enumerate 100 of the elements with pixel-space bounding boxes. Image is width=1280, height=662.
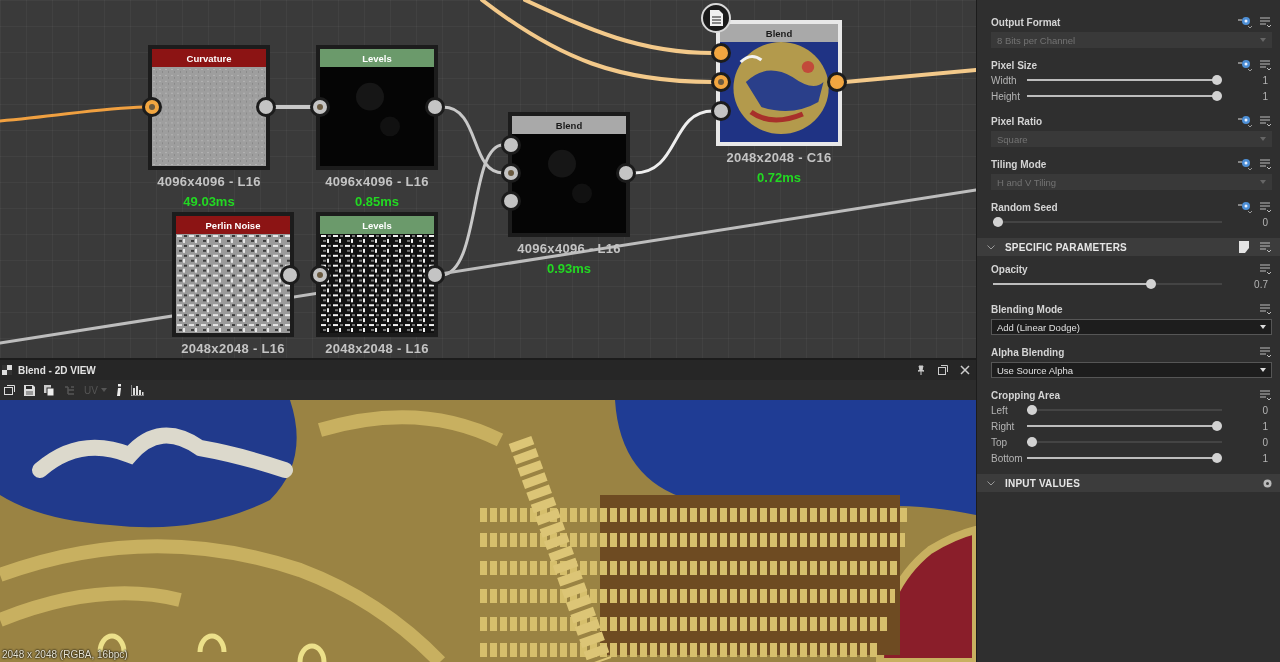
menu-icon[interactable] (1260, 16, 1272, 28)
node-timing: 49.03ms (183, 194, 235, 209)
node-resolution: 2048x2048 - L16 (181, 341, 285, 356)
node-title: Levels (320, 216, 434, 234)
menu-icon[interactable] (1260, 346, 1272, 358)
slider-label: Top (991, 436, 1009, 448)
dropdown[interactable]: Use Source Alpha (991, 362, 1272, 378)
parameter-label: Cropping Area (991, 389, 1062, 401)
menu-icon[interactable] (1260, 59, 1272, 71)
node-title: Levels (320, 49, 434, 67)
output-port[interactable] (827, 72, 847, 92)
histogram-icon[interactable] (130, 384, 144, 396)
input-port[interactable] (711, 101, 731, 121)
slider-handle[interactable] (993, 217, 1003, 227)
section-header[interactable]: INPUT VALUES (977, 474, 1280, 492)
document-icon (701, 3, 731, 33)
section-title: SPECIFIC PARAMETERS (1005, 241, 1128, 253)
slider-label: Height (991, 90, 1021, 102)
slider-value: 0 (1261, 404, 1269, 416)
caret-icon (1260, 38, 1266, 42)
node-title: Blend (512, 116, 626, 134)
node-resolution: 4096x4096 - L16 (325, 174, 429, 189)
graph-node[interactable]: Blend (716, 20, 842, 146)
input-port[interactable] (310, 97, 330, 117)
chevron-icon[interactable] (987, 244, 995, 250)
caret-icon (1260, 325, 1266, 329)
parameter-label: Tiling Mode (991, 158, 1048, 170)
menu-icon[interactable] (1260, 115, 1272, 127)
pin-icon[interactable] (916, 365, 926, 375)
caret-icon (1260, 137, 1266, 141)
copy-icon[interactable] (44, 384, 55, 396)
section-header[interactable]: SPECIFIC PARAMETERS (977, 238, 1280, 256)
slider-handle[interactable] (1027, 437, 1037, 447)
output-port[interactable] (256, 97, 276, 117)
node-title: Curvature (152, 49, 266, 67)
checker-icon (2, 365, 12, 375)
menu-icon[interactable] (1260, 263, 1272, 275)
output-port[interactable] (425, 265, 445, 285)
node-title: Blend (720, 24, 838, 42)
graph-node[interactable]: Blend (508, 112, 630, 237)
input-port[interactable] (711, 43, 731, 63)
graph-node[interactable]: Curvature (148, 45, 270, 170)
save-icon[interactable] (24, 384, 35, 396)
dropdown[interactable]: Add (Linear Dodge) (991, 319, 1272, 335)
slider-handle[interactable] (1212, 453, 1222, 463)
parameter-label: Pixel Size (991, 59, 1039, 71)
image-info: 2048 x 2048 (RGBA, 16bpc) (2, 649, 128, 660)
cog-icon[interactable] (1238, 59, 1252, 71)
input-port[interactable] (711, 72, 731, 92)
slider-value: 0.7 (1253, 278, 1269, 290)
slider-label: Bottom (991, 452, 1024, 464)
parameter-label: Output Format (991, 16, 1062, 28)
input-port[interactable] (501, 191, 521, 211)
menu-icon[interactable] (1260, 201, 1272, 213)
slider-handle[interactable] (1212, 75, 1222, 85)
menu-icon[interactable] (1260, 303, 1272, 315)
node-timing: 0.85ms (354, 194, 400, 209)
output-port[interactable] (425, 97, 445, 117)
node-timing: 0.72ms (756, 170, 802, 185)
slider-handle[interactable] (1027, 405, 1037, 415)
input-port[interactable] (501, 163, 521, 183)
parameter-label: Pixel Ratio (991, 115, 1044, 127)
slider-value: 1 (1261, 420, 1269, 432)
slider-label: Right (991, 420, 1016, 432)
slider-label: Width (991, 74, 1018, 86)
float-icon[interactable] (938, 365, 948, 375)
input-port[interactable] (501, 135, 521, 155)
node-title: Perlin Noise (176, 216, 290, 234)
input-port[interactable] (142, 97, 162, 117)
slider-handle[interactable] (1212, 91, 1222, 101)
parameter-label: Opacity (991, 263, 1029, 275)
menu-icon[interactable] (1260, 241, 1272, 253)
node-resolution: 2048x2048 - C16 (726, 150, 832, 165)
parameter-label: Random Seed (991, 201, 1059, 213)
section-title: INPUT VALUES (1005, 477, 1081, 489)
output-port[interactable] (280, 265, 300, 285)
parameter-label: Blending Mode (991, 303, 1064, 315)
panel-title: Blend - 2D VIEW (18, 364, 96, 376)
node-timing: 0.93ms (546, 261, 592, 276)
gear-icon[interactable] (1263, 478, 1272, 488)
cog-icon[interactable] (1238, 201, 1252, 213)
info-icon[interactable] (115, 384, 122, 396)
chevron-icon[interactable] (987, 480, 995, 486)
graph-node[interactable]: Perlin Noise (172, 212, 294, 337)
slider-value: 1 (1261, 452, 1269, 464)
frame-icon[interactable] (4, 384, 15, 396)
menu-icon[interactable] (1260, 158, 1272, 170)
caret-icon (100, 388, 107, 392)
close-icon[interactable] (960, 365, 970, 375)
slider-handle[interactable] (1146, 279, 1157, 289)
slider-value: 0 (1261, 436, 1269, 448)
slider-handle[interactable] (1212, 421, 1222, 431)
menu-icon[interactable] (1260, 389, 1272, 401)
parameter-label: Alpha Blending (991, 346, 1066, 358)
output-port[interactable] (616, 163, 636, 183)
node-resolution: 2048x2048 - L16 (325, 341, 429, 356)
page-icon[interactable] (1239, 241, 1250, 253)
caret-icon (1260, 368, 1266, 372)
slider-value: 1 (1261, 90, 1269, 102)
input-port[interactable] (310, 265, 330, 285)
